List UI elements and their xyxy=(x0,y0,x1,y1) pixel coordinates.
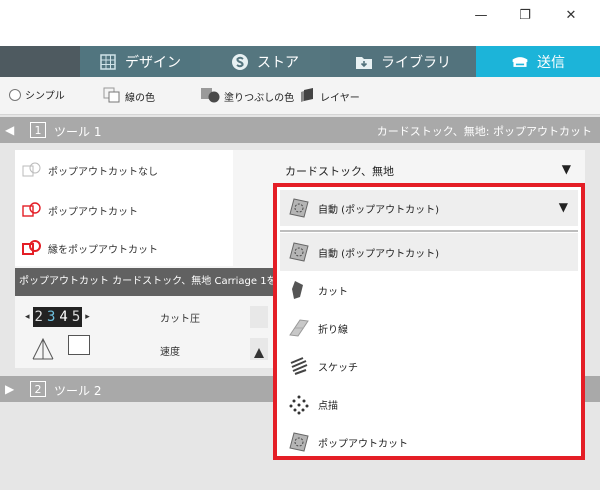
action-option-label: 折り線 xyxy=(318,324,348,336)
popout-option-none-label: ポップアウトカットなし xyxy=(48,166,158,178)
popout-option-edge[interactable]: 縁をポップアウトカット xyxy=(22,240,158,256)
tab-design-label: デザイン xyxy=(125,54,181,71)
tab-library[interactable]: ライブラリ xyxy=(330,46,476,77)
collapse-triangle-icon[interactable]: ◀ xyxy=(5,123,14,137)
digit: 4 xyxy=(59,309,68,325)
action-option-sketch[interactable]: スケッチ xyxy=(280,347,578,385)
mode-line-color[interactable]: 線の色 xyxy=(103,87,155,106)
popout-option-edge-label: 縁をポップアウトカット xyxy=(48,244,158,256)
tool-1-material: カードストック、無地: ポップアウトカット xyxy=(376,125,592,138)
action-dropdown-current-label: 自動 (ポップアウトカット) xyxy=(318,204,439,216)
send-machine-icon xyxy=(511,53,529,71)
main-nav: デザイン ストア ライブラリ 送信 xyxy=(0,46,600,77)
blade-icon xyxy=(288,279,310,301)
tab-library-label: ライブラリ xyxy=(381,54,451,71)
fold-line-icon xyxy=(288,317,310,339)
store-s-icon xyxy=(231,53,249,71)
fill-color-icon xyxy=(200,87,220,106)
digit: 5 xyxy=(71,309,81,325)
speed-label: 速度 xyxy=(160,347,180,358)
tool-1-header[interactable]: ◀ 1 ツール 1 カードストック、無地: ポップアウトカット xyxy=(0,117,600,143)
digit: 3 xyxy=(46,309,56,325)
line-color-icon xyxy=(103,87,121,106)
pressure-digits: 2 3 4 5 xyxy=(32,307,83,327)
divider xyxy=(280,230,578,232)
tab-send[interactable]: 送信 xyxy=(476,46,600,77)
tool-1-number: 1 xyxy=(30,122,46,138)
close-button[interactable]: ✕ xyxy=(548,0,594,30)
popout-options: ポップアウトカットなし ポップアウトカット 縁をポップアウトカット xyxy=(15,150,233,266)
radio-icon xyxy=(9,88,21,101)
layer-icon xyxy=(300,87,316,106)
material-info-bar: ポップアウトカット カードストック、無地 Carriage 1を xyxy=(15,268,277,296)
pressure-slider[interactable] xyxy=(250,306,268,328)
tool-1-name: ツール 1 xyxy=(54,125,102,139)
action-option-label: スケッチ xyxy=(318,362,358,374)
pressure-label: カット圧 xyxy=(160,314,200,325)
pressure-stepper[interactable]: ◂ 2 3 4 5 ▸ xyxy=(25,306,107,328)
action-option-label: ポップアウトカット xyxy=(318,438,408,450)
no-popout-icon xyxy=(22,162,42,178)
tab-design[interactable]: デザイン xyxy=(80,46,200,77)
tab-store-label: ストア xyxy=(257,54,299,71)
action-dropdown[interactable]: 自動 (ポップアウトカット) ▼ 自動 (ポップアウトカット) カット 折り線 … xyxy=(273,183,585,460)
mode-line-color-label: 線の色 xyxy=(125,93,155,104)
tool-2-number: 2 xyxy=(30,381,46,397)
popout-option-cut-label: ポップアウトカット xyxy=(48,206,138,218)
view-mode-bar: シンプル 線の色 塗りつぶしの色 レイヤー xyxy=(0,77,600,115)
decrease-arrow-icon[interactable]: ◂ xyxy=(25,312,30,322)
minimize-button[interactable]: — xyxy=(458,0,504,30)
mode-fill-color-label: 塗りつぶしの色 xyxy=(224,93,295,104)
square-outline-icon xyxy=(68,335,90,355)
popout-cut-icon xyxy=(288,431,310,453)
auto-popout-icon xyxy=(288,197,310,219)
tab-store[interactable]: ストア xyxy=(200,46,330,77)
speed-slider[interactable] xyxy=(250,338,268,360)
maximize-button[interactable]: ❐ xyxy=(502,0,548,30)
blade-triangle-icon xyxy=(30,335,56,364)
dots-icon xyxy=(288,393,310,415)
popout-option-none[interactable]: ポップアウトカットなし xyxy=(22,162,158,178)
popout-icon xyxy=(22,202,42,218)
action-option-fold[interactable]: 折り線 xyxy=(280,309,578,347)
digit: 2 xyxy=(34,309,43,325)
title-bar: — ❐ ✕ xyxy=(0,0,600,46)
edge-popout-icon xyxy=(22,240,42,256)
action-option-label: カット xyxy=(318,286,348,298)
sketch-icon xyxy=(288,355,310,377)
action-option-label: 自動 (ポップアウトカット) xyxy=(318,248,439,260)
action-option-cut[interactable]: カット xyxy=(280,271,578,309)
auto-popout-icon xyxy=(288,241,310,263)
material-select[interactable]: カードストック、無地 ▼ xyxy=(280,158,578,182)
material-select-value: カードストック、無地 xyxy=(285,165,395,178)
action-option-auto[interactable]: 自動 (ポップアウトカット) xyxy=(280,233,578,271)
dropdown-arrow-icon: ▼ xyxy=(561,162,571,176)
action-dropdown-current[interactable]: 自動 (ポップアウトカット) ▼ xyxy=(280,190,578,226)
grid-icon xyxy=(99,53,117,71)
action-option-dots[interactable]: 点描 xyxy=(280,385,578,423)
expand-triangle-icon[interactable]: ▶ xyxy=(5,382,14,396)
popout-option-cut[interactable]: ポップアウトカット xyxy=(22,202,138,218)
action-option-popout-cut[interactable]: ポップアウトカット xyxy=(280,423,578,461)
mode-fill-color[interactable]: 塗りつぶしの色 xyxy=(200,87,294,106)
mode-layer-label: レイヤー xyxy=(320,93,360,104)
dropdown-arrow-icon: ▼ xyxy=(558,200,568,214)
tool-2-name: ツール 2 xyxy=(54,384,102,398)
library-folder-icon xyxy=(355,53,373,71)
mode-simple-label: シンプル xyxy=(25,91,65,102)
mode-simple[interactable]: シンプル xyxy=(9,87,65,102)
increase-arrow-icon[interactable]: ▸ xyxy=(85,312,90,322)
tab-send-label: 送信 xyxy=(537,54,565,71)
mode-layer[interactable]: レイヤー xyxy=(300,87,360,106)
action-option-label: 点描 xyxy=(318,400,338,412)
